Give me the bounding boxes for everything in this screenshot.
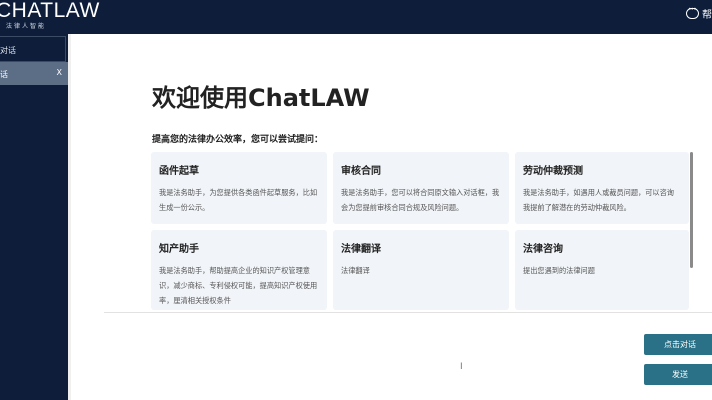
chat-bubble-icon	[686, 6, 699, 19]
prompt-subtitle: 提高您的法律办公效率，您可以尝试提问：	[152, 135, 324, 145]
card-legal-consulting[interactable]: 法律咨询 提出您遇到的法律问题	[515, 230, 689, 310]
new-chat-button[interactable]: 对话	[0, 36, 66, 62]
card-title: 审核合同	[341, 166, 381, 177]
card-labor-arbitration[interactable]: 劳动仲裁预测 我是法务助手，如遇用人或裁员问题，可以咨询我提前了解潜在的劳动仲裁…	[515, 152, 689, 224]
card-title: 劳动仲裁预测	[523, 166, 583, 177]
card-title: 法律咨询	[523, 244, 563, 255]
main-panel: 欢迎使用ChatLAW 提高您的法律办公效率，您可以尝试提问： 函件起草 我是法…	[71, 34, 712, 400]
card-ip-assistant[interactable]: 知产助手 我是法务助手，帮助提高企业的知识产权管理意识，减少商标、专利侵权可能，…	[151, 230, 327, 310]
logo-subtitle: 法律人智能	[6, 23, 47, 30]
card-title: 知产助手	[159, 244, 199, 255]
close-icon[interactable]: X	[57, 68, 62, 77]
divider	[104, 312, 712, 313]
start-chat-button[interactable]: 点击对话	[644, 334, 712, 355]
card-title: 函件起草	[159, 166, 199, 177]
chat-list-item[interactable]: 话 X	[0, 62, 68, 85]
logo-main: CHATLAW	[0, 0, 100, 22]
card-title: 法律翻译	[341, 244, 381, 255]
top-bar: CHATLAW 法律人智能 帮	[0, 0, 712, 34]
card-description: 我是法务助手，帮助提高企业的知识产权管理意识，减少商标、专利侵权可能，提高知识产…	[159, 266, 318, 305]
card-description: 提出您遇到的法律问题	[523, 266, 595, 275]
card-description: 我是法务助手，如遇用人或裁员问题，可以咨询我提前了解潜在的劳动仲裁风险。	[523, 188, 674, 212]
card-contract-review[interactable]: 审核合同 我是法务助手，您可以将合同原文输入对话框，我会为您提前审核合同合规及风…	[333, 152, 509, 224]
cards-scrollbar[interactable]	[690, 152, 693, 268]
new-chat-label: 对话	[0, 46, 16, 55]
page-title: 欢迎使用ChatLAW	[152, 84, 370, 112]
card-description: 我是法务助手，您可以将合同原文输入对话框，我会为您提前审核合同合规及风险问题。	[341, 188, 500, 212]
card-letter-drafting[interactable]: 函件起草 我是法务助手，为您提供各类函件起草服务，比如生成一份公示。	[151, 152, 327, 224]
card-description: 我是法务助手，为您提供各类函件起草服务，比如生成一份公示。	[159, 188, 318, 212]
card-legal-translation[interactable]: 法律翻译 法律翻译	[333, 230, 509, 310]
help-label: 帮	[702, 10, 712, 21]
help-button[interactable]: 帮	[686, 6, 712, 21]
card-description: 法律翻译	[341, 266, 370, 275]
send-button[interactable]: 发送	[644, 364, 712, 385]
text-cursor-icon: I	[460, 362, 463, 372]
logo: CHATLAW 法律人智能	[0, 0, 100, 31]
chat-item-label: 话	[0, 70, 8, 79]
sidebar: 对话 话 X	[0, 34, 68, 400]
